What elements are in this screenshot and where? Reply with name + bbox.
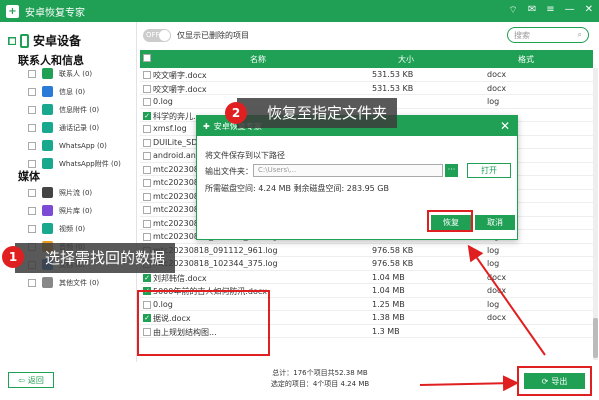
callout-1-text: 选择需找回的数据	[45, 249, 166, 267]
arrow-to-restore	[467, 244, 546, 356]
annotation-arrows	[419, 244, 546, 392]
step-1-badge: 1	[2, 246, 24, 268]
arrow-to-export	[419, 375, 519, 392]
step-2-badge: 2	[225, 102, 247, 124]
callout-step-2: 恢复至指定文件夹	[237, 98, 398, 128]
callout-2-text: 恢复至指定文件夹	[267, 104, 388, 122]
callout-step-1: 选择需找回的数据	[15, 243, 176, 273]
